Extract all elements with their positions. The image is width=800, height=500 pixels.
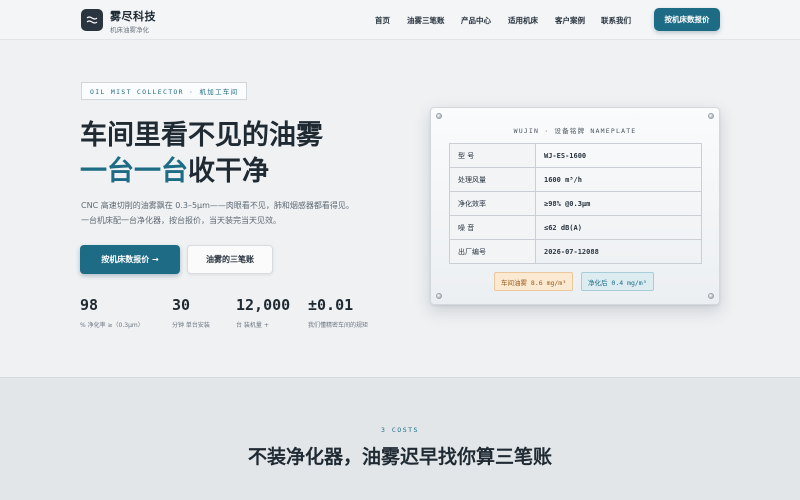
- table-row: 型 号 WJ-ES-1600: [449, 143, 702, 168]
- nav-cases[interactable]: 客户案例: [555, 15, 585, 26]
- three-costs-button[interactable]: 油雾的三笔账: [187, 245, 273, 274]
- costs-section: 3 COSTS 不装净化器，油雾迟早找你算三笔账: [0, 377, 800, 500]
- hero-description: CNC 高速切削的油雾飘在 0.3–5μm——肉眼看不见，肺和烟感器都看得见。一…: [81, 201, 354, 225]
- brand-subtitle: 机床油雾净化: [110, 26, 149, 34]
- brand-logo[interactable]: [81, 9, 103, 31]
- spec-key: 型 号: [449, 143, 536, 168]
- spec-key: 净化效率: [449, 191, 536, 216]
- stat-value: 12,000: [236, 296, 291, 314]
- screw-icon: [436, 293, 442, 299]
- stat-install-time: 30 分钟 单台安装: [172, 296, 210, 329]
- stat-precision: ±0.01 我们懂精密车间的规矩: [308, 296, 368, 329]
- section-title: 不装净化器，油雾迟早找你算三笔账: [247, 446, 552, 468]
- hero-title-rest: 收干净: [188, 156, 269, 187]
- table-row: 噪 音 ≤62 dB(A): [449, 215, 702, 240]
- stat-label: 台 装机量 +: [236, 322, 269, 329]
- spec-value: ≤62 dB(A): [535, 215, 702, 240]
- spec-value: 2026-07-12088: [535, 239, 702, 264]
- header-quote-button[interactable]: 按机床数报价: [654, 8, 720, 31]
- hero-title-line2: 一台一台收干净: [80, 154, 269, 190]
- badge-before-purification: 车间油雾 8.6 mg/m³: [494, 272, 574, 291]
- screw-icon: [708, 293, 714, 299]
- device-nameplate: WUJIN · 设备铭牌 NAMEPLATE 型 号 WJ-ES-1600 处理…: [430, 107, 720, 305]
- stat-label: 我们懂精密车间的规矩: [308, 322, 369, 329]
- stat-value: 98: [80, 296, 99, 314]
- nav-three-costs[interactable]: 油雾三笔账: [407, 15, 445, 26]
- screw-icon: [708, 113, 714, 119]
- brand-name[interactable]: 雾尽科技: [110, 8, 156, 24]
- stat-label: 分钟 单台安装: [172, 322, 210, 329]
- hero-title-line1: 车间里看不见的油雾: [80, 120, 323, 151]
- nameplate-title: WUJIN · 设备铭牌 NAMEPLATE: [513, 127, 637, 135]
- stat-purification: 98 % 净化率 ≥（0.3μm）: [80, 296, 144, 329]
- section-tag: 3 COSTS: [381, 426, 419, 434]
- spec-key: 处理风量: [449, 167, 536, 192]
- nav-contact[interactable]: 联系我们: [601, 15, 631, 26]
- stat-installed-units: 12,000 台 装机量 +: [236, 296, 290, 329]
- wave-icon: [86, 16, 98, 24]
- top-header: 雾尽科技 机床油雾净化 首页 油雾三笔账 产品中心 适用机床 客户案例 联系我们…: [0, 0, 800, 40]
- stat-value: ±0.01: [308, 296, 354, 314]
- nav-products[interactable]: 产品中心: [461, 15, 491, 26]
- spec-value: 1600 m³/h: [535, 167, 702, 192]
- table-row: 净化效率 ≥98% @0.3μm: [449, 191, 702, 216]
- quote-button[interactable]: 按机床数报价 →: [80, 245, 180, 274]
- table-row: 处理风量 1600 m³/h: [449, 167, 702, 192]
- nav-machines[interactable]: 适用机床: [508, 15, 538, 26]
- spec-value: ≥98% @0.3μm: [535, 191, 702, 216]
- stat-value: 30: [172, 296, 191, 314]
- screw-icon: [436, 113, 442, 119]
- hero-tag: OIL MIST COLLECTOR · 机加工车间: [81, 82, 248, 100]
- spec-key: 出厂编号: [449, 239, 536, 264]
- badge-after-purification: 净化后 0.4 mg/m³: [581, 272, 654, 291]
- spec-table: 型 号 WJ-ES-1600 处理风量 1600 m³/h 净化效率 ≥98% …: [449, 143, 702, 264]
- stat-label: % 净化率 ≥（0.3μm）: [80, 322, 144, 329]
- spec-value: WJ-ES-1600: [535, 143, 702, 168]
- nav-home[interactable]: 首页: [375, 15, 390, 26]
- spec-key: 噪 音: [449, 215, 536, 240]
- hero-title-accent: 一台一台: [80, 156, 188, 187]
- table-row: 出厂编号 2026-07-12088: [449, 239, 702, 264]
